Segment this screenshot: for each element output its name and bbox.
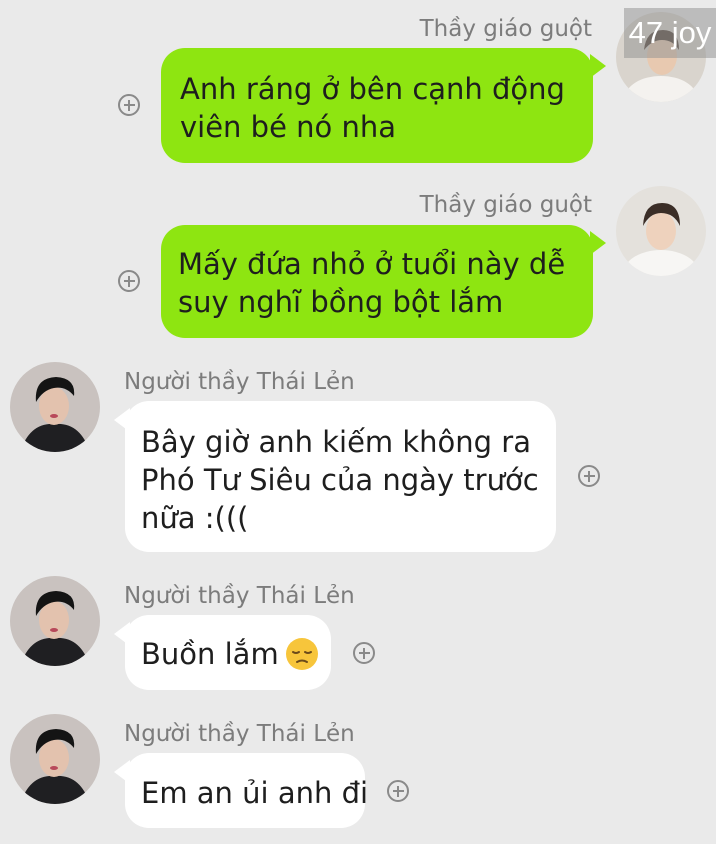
- add-reaction-icon[interactable]: [578, 465, 600, 487]
- message-line: Em an ủi anh đi: [141, 776, 369, 810]
- avatar-photo: [616, 186, 706, 276]
- add-reaction-icon[interactable]: [387, 780, 409, 802]
- message-line: viên bé nó nha: [180, 110, 396, 144]
- message-line: Phó Tư Siêu của ngày trước: [141, 463, 539, 497]
- avatar-outgoing[interactable]: [616, 186, 706, 276]
- message-bubble[interactable]: Bây giờ anh kiếm không ra Phó Tư Siêu củ…: [125, 401, 556, 552]
- message-line: Bây giờ anh kiếm không ra: [141, 425, 531, 459]
- add-reaction-icon[interactable]: [118, 94, 140, 116]
- message-line: Buồn lắm: [141, 635, 331, 673]
- watermark: 47 joy: [624, 8, 716, 58]
- avatar-photo: [10, 576, 100, 666]
- message-bubble[interactable]: Anh ráng ở bên cạnh động viên bé nó nha: [161, 48, 593, 163]
- message-bubble[interactable]: Buồn lắm: [125, 615, 331, 690]
- avatar-photo: [10, 714, 100, 804]
- message-line: nữa :(((: [141, 501, 249, 535]
- bubble-tail: [590, 231, 606, 255]
- sender-name: Người thầy Thái Lẻn: [124, 721, 355, 747]
- sender-name: Người thầy Thái Lẻn: [124, 583, 355, 609]
- message-line: suy nghĩ bồng bột lắm: [178, 285, 504, 319]
- sender-name: Thầy giáo guột: [419, 16, 592, 42]
- message-text: Buồn lắm: [141, 637, 279, 671]
- avatar-incoming[interactable]: [10, 362, 100, 452]
- sender-name: Người thầy Thái Lẻn: [124, 369, 355, 395]
- add-reaction-icon[interactable]: [118, 270, 140, 292]
- add-reaction-icon[interactable]: [353, 642, 375, 664]
- avatar-incoming[interactable]: [10, 576, 100, 666]
- message-line: Anh ráng ở bên cạnh động: [180, 72, 565, 106]
- message-line: Mấy đứa nhỏ ở tuổi này dễ: [178, 247, 566, 281]
- sender-name: Thầy giáo guột: [419, 192, 592, 218]
- message-bubble[interactable]: Mấy đứa nhỏ ở tuổi này dễ suy nghĩ bồng …: [161, 225, 593, 338]
- bubble-tail: [590, 54, 606, 78]
- avatar-incoming[interactable]: [10, 714, 100, 804]
- message-bubble[interactable]: Em an ủi anh đi: [125, 753, 369, 828]
- pensive-face-icon: [285, 638, 318, 670]
- avatar-photo: [10, 362, 100, 452]
